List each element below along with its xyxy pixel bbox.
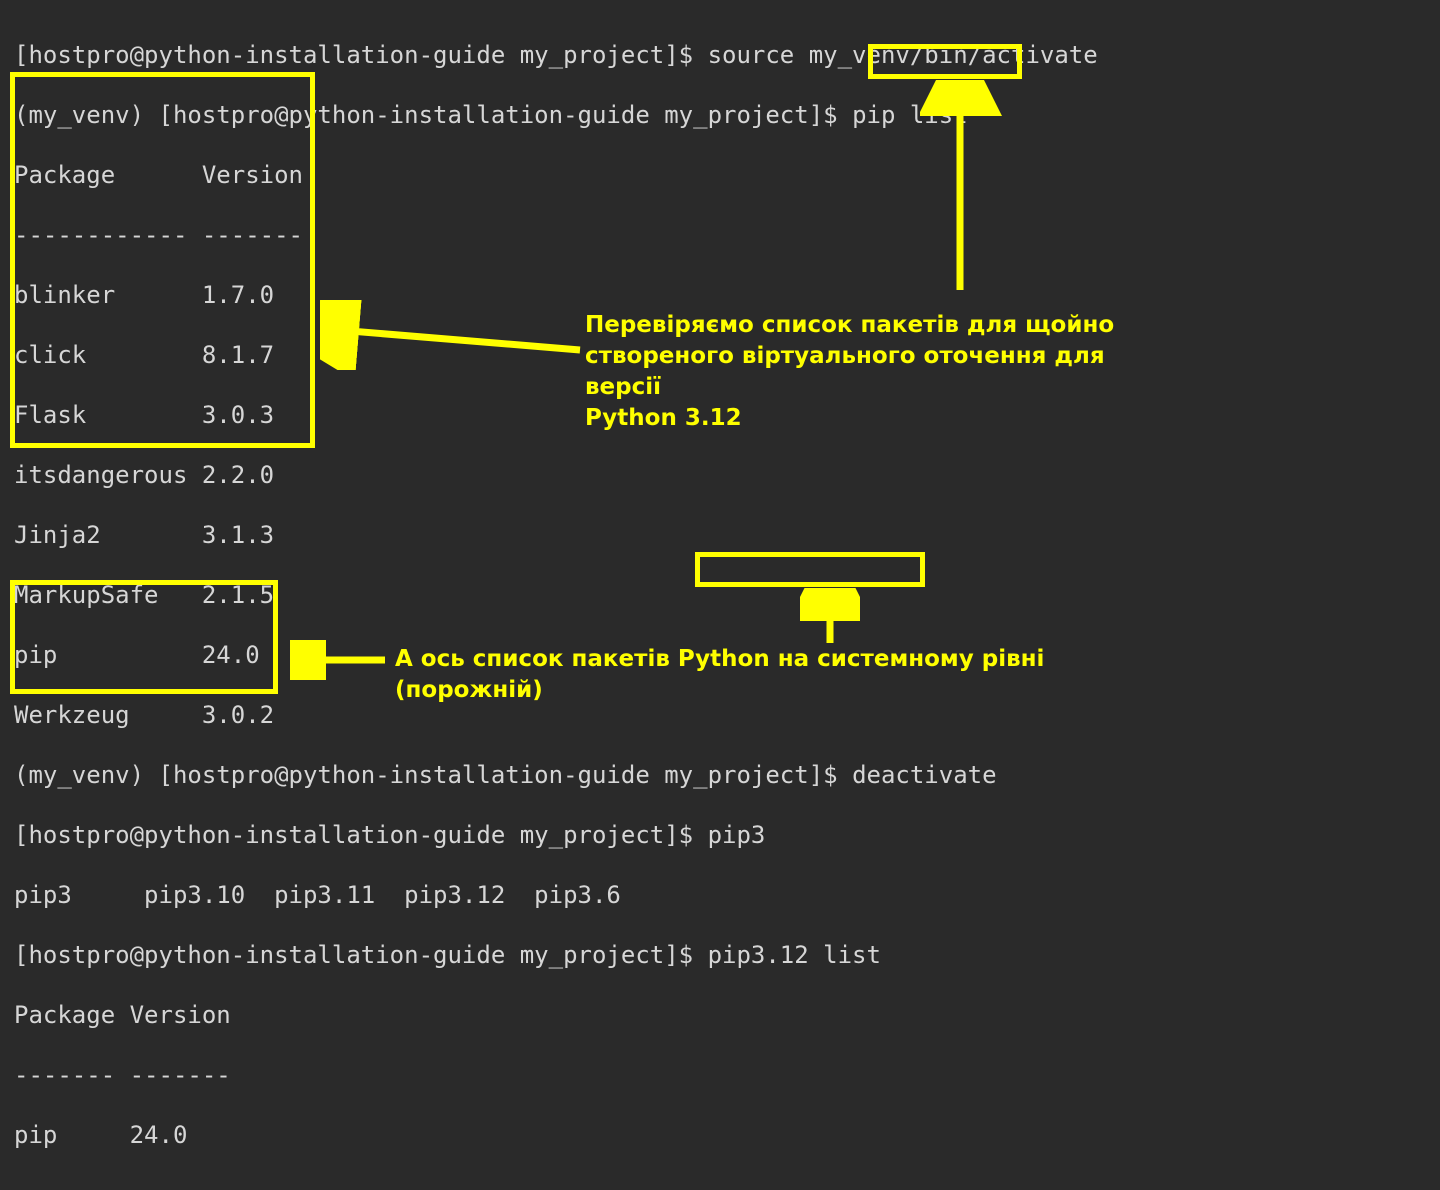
shell-prompt: [hostpro@python-installation-guide my_pr… bbox=[14, 821, 708, 849]
terminal-line: (my_venv) [hostpro@python-installation-g… bbox=[14, 760, 1426, 790]
terminal-line: click 8.1.7 bbox=[14, 340, 1426, 370]
terminal-line: [hostpro@python-installation-guide my_pr… bbox=[14, 820, 1426, 850]
terminal-line: pip 24.0 bbox=[14, 640, 1426, 670]
command-text: pip3.12 list bbox=[708, 941, 881, 969]
terminal-line: MarkupSafe 2.1.5 bbox=[14, 580, 1426, 610]
terminal-line: blinker 1.7.0 bbox=[14, 280, 1426, 310]
terminal-line: Package Version bbox=[14, 160, 1426, 190]
command-text: source my_venv/bin/activate bbox=[708, 41, 1098, 69]
terminal-output: [hostpro@python-installation-guide my_pr… bbox=[0, 0, 1440, 1190]
command-text: deactivate bbox=[852, 761, 997, 789]
terminal-line: itsdangerous 2.2.0 bbox=[14, 460, 1426, 490]
shell-prompt: (my_venv) [hostpro@python-installation-g… bbox=[14, 761, 852, 789]
terminal-line: [hostpro@python-installation-guide my_pr… bbox=[14, 40, 1426, 70]
terminal-line: ------------ ------- bbox=[14, 220, 1426, 250]
terminal-line: Flask 3.0.3 bbox=[14, 400, 1426, 430]
terminal-line: ------- ------- bbox=[14, 1060, 1426, 1090]
terminal-line: Werkzeug 3.0.2 bbox=[14, 700, 1426, 730]
terminal-line: pip 24.0 bbox=[14, 1120, 1426, 1150]
command-text: pip list bbox=[852, 101, 968, 129]
terminal-line: (my_venv) [hostpro@python-installation-g… bbox=[14, 100, 1426, 130]
shell-prompt: [hostpro@python-installation-guide my_pr… bbox=[14, 41, 708, 69]
terminal-line: pip3 pip3.10 pip3.11 pip3.12 pip3.6 bbox=[14, 880, 1426, 910]
terminal-line: [hostpro@python-installation-guide my_pr… bbox=[14, 940, 1426, 970]
shell-prompt: (my_venv) [hostpro@python-installation-g… bbox=[14, 101, 852, 129]
terminal-line: Package Version bbox=[14, 1000, 1426, 1030]
command-text: pip3 bbox=[708, 821, 766, 849]
shell-prompt: [hostpro@python-installation-guide my_pr… bbox=[14, 941, 708, 969]
terminal-line: Jinja2 3.1.3 bbox=[14, 520, 1426, 550]
